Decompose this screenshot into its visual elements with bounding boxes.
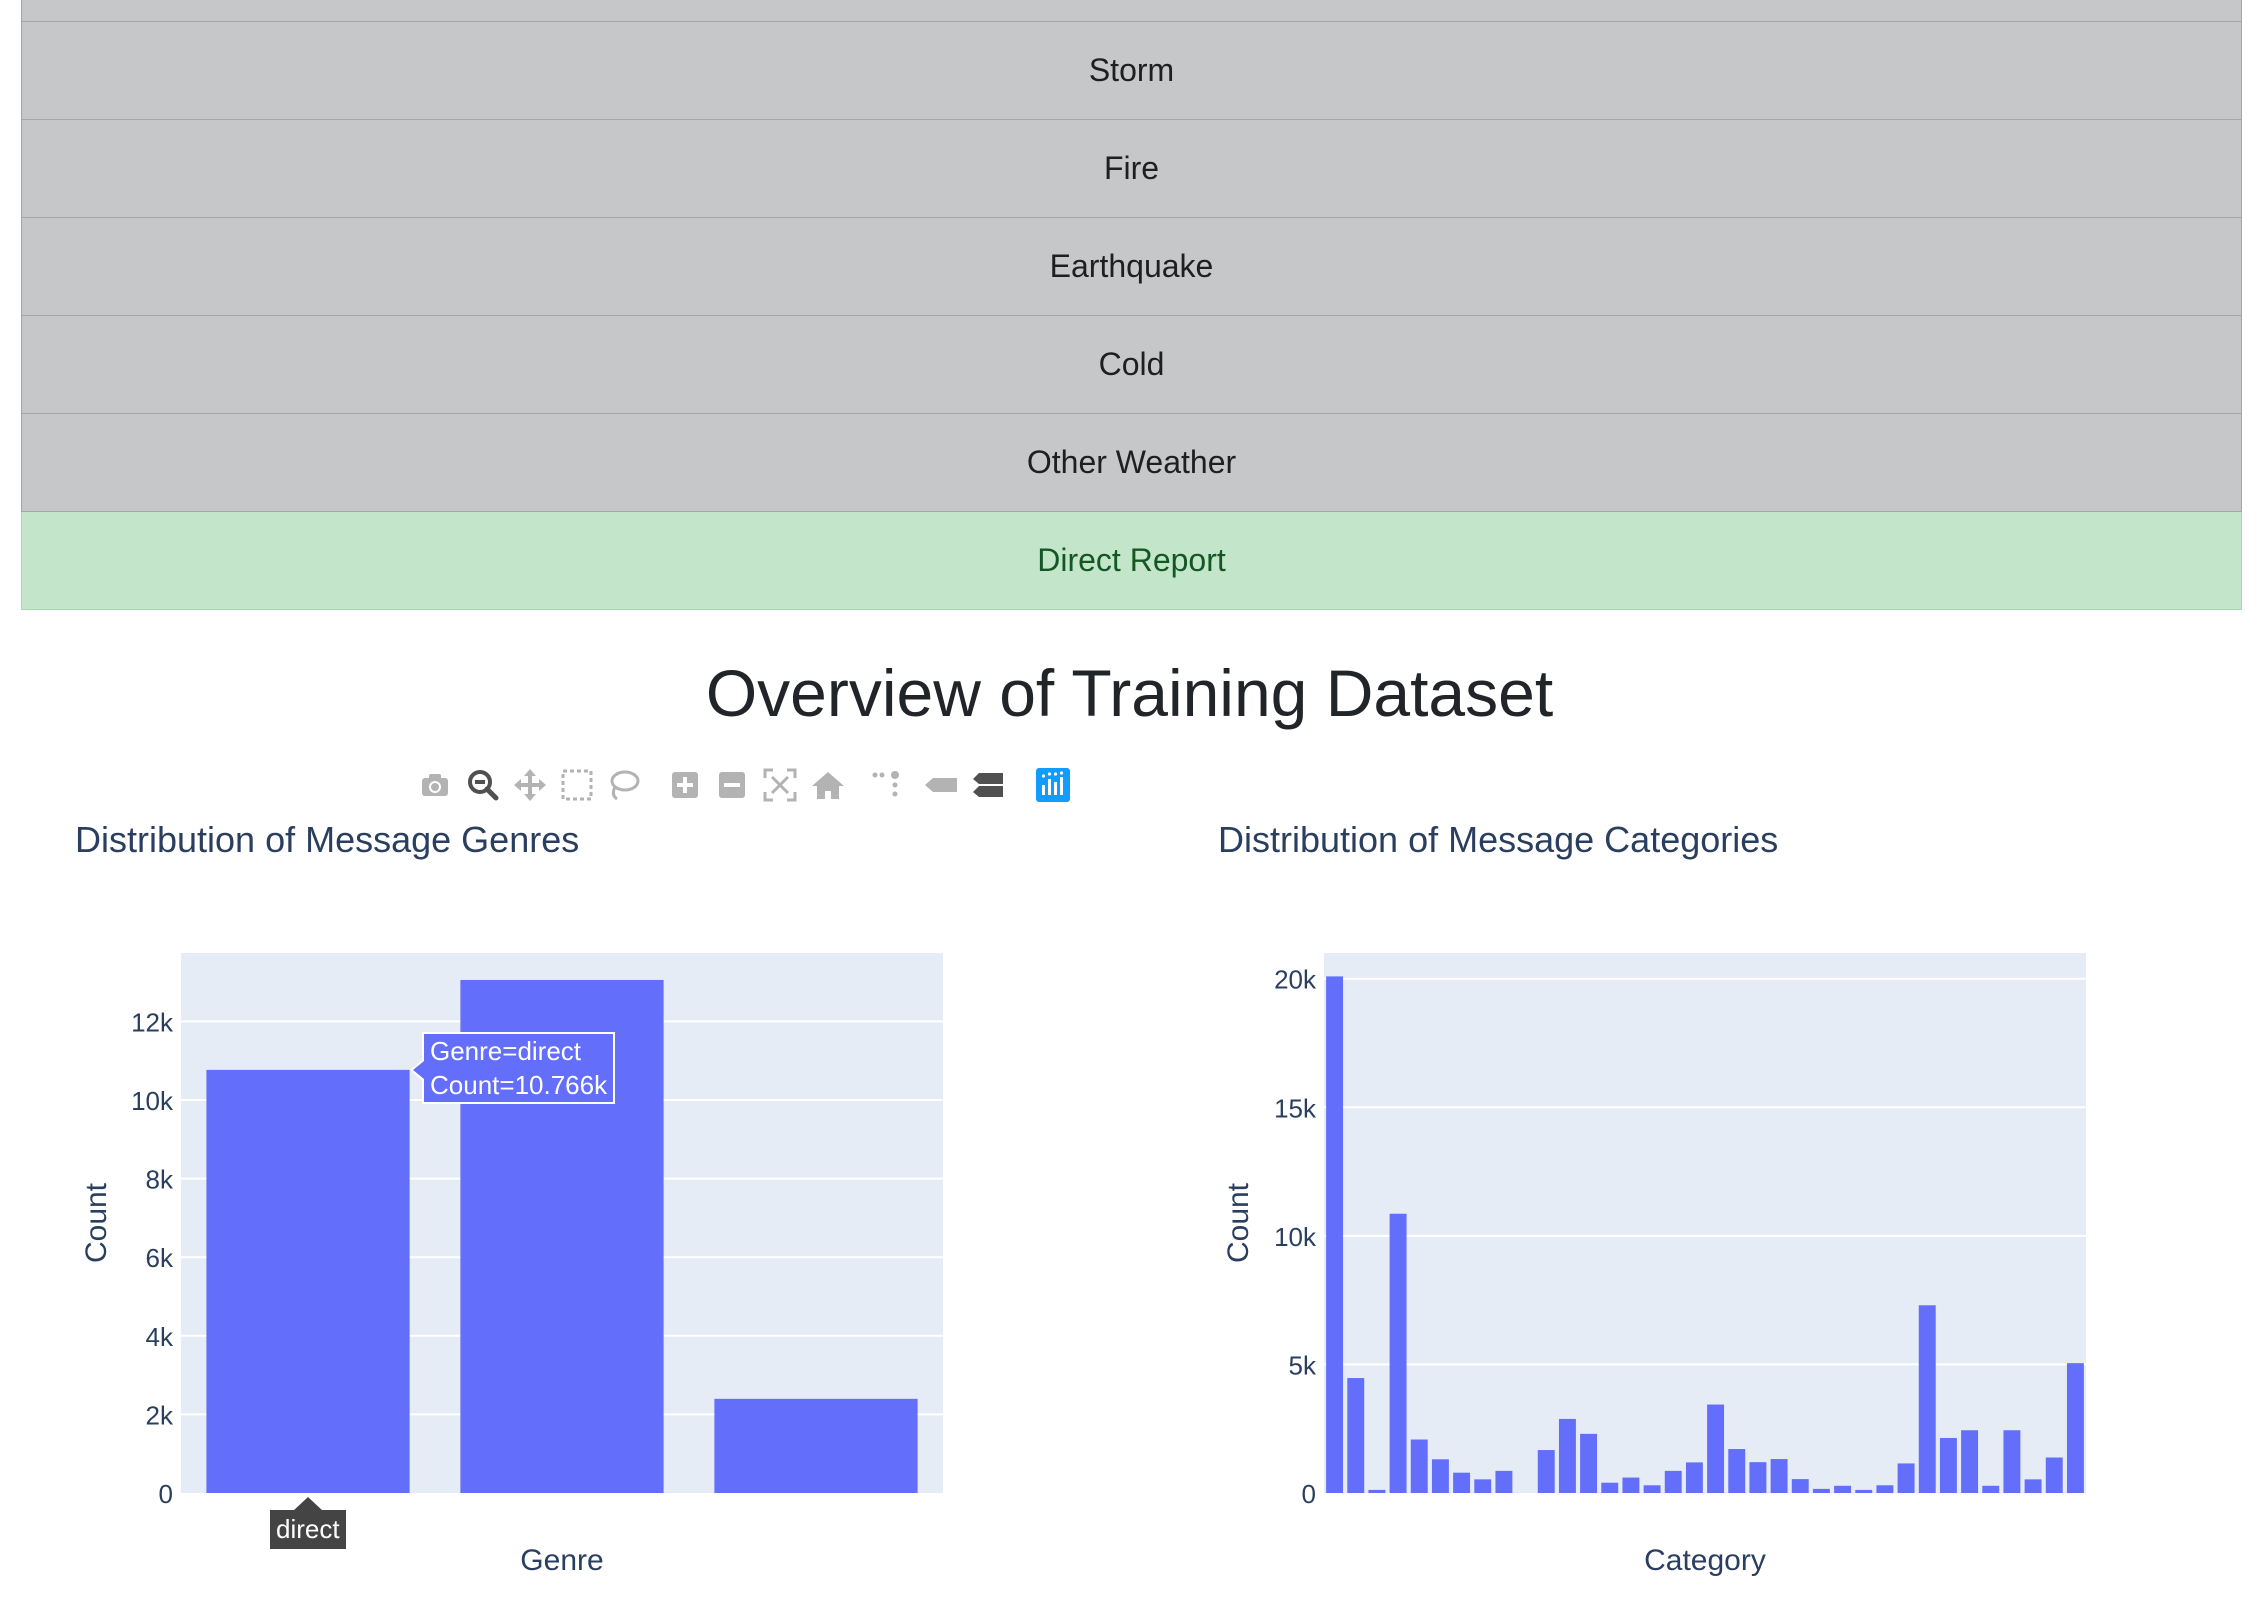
list-item-cold: Cold <box>21 316 2242 414</box>
bar[interactable] <box>1855 1489 1873 1493</box>
list-item-label: Fire <box>1103 150 1160 186</box>
bar[interactable] <box>1643 1485 1661 1493</box>
bar[interactable] <box>2066 1363 2084 1493</box>
x-axis-label: Category <box>1644 1544 1766 1577</box>
y-tick-label: 10k <box>1274 1222 1317 1252</box>
list-item-storm: Storm <box>21 22 2242 120</box>
y-tick-label: 0 <box>159 1479 173 1509</box>
zoom-icon[interactable] <box>463 765 503 805</box>
plotly-logo-icon[interactable] <box>1033 765 1073 805</box>
category-chart: Distribution of Message Categories 0 5k 10… <box>1130 800 2259 1598</box>
bar[interactable] <box>1834 1485 1852 1493</box>
bar[interactable] <box>1897 1463 1915 1493</box>
x-axis-label: Genre <box>520 1544 603 1577</box>
bar[interactable] <box>1664 1470 1682 1493</box>
list-item-label: Other Weather <box>1026 444 1237 480</box>
list-item-fire: Fire <box>21 120 2242 218</box>
tooltip-pointer <box>410 1058 424 1082</box>
bar[interactable] <box>1685 1462 1703 1493</box>
tooltip-genre: Genre=direct <box>430 1036 582 1066</box>
bar[interactable] <box>206 1069 410 1493</box>
chart-title: Distribution of Message Categories <box>1218 819 1778 860</box>
list-item-earthquake: Earthquake <box>21 218 2242 316</box>
y-tick-label: 12k <box>131 1007 174 1037</box>
bar[interactable] <box>1707 1404 1725 1493</box>
y-tick-label: 0 <box>1302 1479 1316 1509</box>
camera-icon[interactable] <box>415 765 455 805</box>
bar[interactable] <box>714 1398 918 1493</box>
bar[interactable] <box>1918 1305 1936 1493</box>
lasso-icon[interactable] <box>603 765 643 805</box>
bar[interactable] <box>1622 1477 1640 1493</box>
bar[interactable] <box>1495 1470 1513 1493</box>
list-item-label: Storm <box>1088 52 1175 88</box>
category-chart-svg: Distribution of Message Categories 0 5k 10… <box>1218 819 2086 1577</box>
y-tick-label: 2k <box>146 1400 174 1430</box>
bar[interactable] <box>1876 1485 1894 1493</box>
bar[interactable] <box>1749 1462 1767 1493</box>
zoom-in-icon[interactable] <box>665 765 705 805</box>
box-select-icon[interactable] <box>557 765 597 805</box>
x-hover-pointer <box>293 1497 323 1511</box>
tooltip-count: Count=10.766k <box>430 1070 608 1100</box>
bar[interactable] <box>1368 1489 1386 1493</box>
bar[interactable] <box>1410 1439 1428 1493</box>
genre-chart-svg: Distribution of Message Genres 0 2k 4k 6k 8k… <box>75 819 943 1577</box>
bar[interactable] <box>1389 1213 1407 1493</box>
bar[interactable] <box>1601 1482 1619 1493</box>
list-item-direct-report: Direct Report <box>21 512 2242 610</box>
autoscale-icon[interactable] <box>760 765 800 805</box>
bar[interactable] <box>1580 1433 1598 1493</box>
bar[interactable] <box>1982 1485 2000 1493</box>
bar[interactable] <box>1326 976 1344 1493</box>
spikelines-icon[interactable] <box>867 765 907 805</box>
y-tick-label: 4k <box>146 1322 174 1352</box>
reset-axes-icon[interactable] <box>808 765 848 805</box>
chart-title: Distribution of Message Genres <box>75 819 579 860</box>
list-item-label: Earthquake <box>1049 248 1214 284</box>
y-tick-label: 15k <box>1274 1093 1317 1123</box>
bar[interactable] <box>1558 1418 1576 1493</box>
x-hover-label: direct <box>270 1510 346 1549</box>
y-axis-label: Count <box>1222 1182 1255 1263</box>
list-item-label: Direct Report <box>1037 542 1226 578</box>
bar[interactable] <box>1474 1479 1492 1493</box>
category-list: Storm Fire Earthquake Cold Other Weather… <box>21 0 2242 610</box>
list-item-partial <box>21 0 2242 22</box>
y-axis-label: Count <box>80 1182 113 1263</box>
genre-chart: Distribution of Message Genres 0 2k 4k 6k 8k… <box>0 800 1130 1598</box>
y-tick-label: 8k <box>146 1165 174 1195</box>
pan-icon[interactable] <box>510 765 550 805</box>
bar[interactable] <box>1961 1430 1979 1493</box>
y-tick-label: 20k <box>1274 965 1317 995</box>
bar[interactable] <box>1770 1459 1788 1493</box>
y-tick-label: 6k <box>146 1243 174 1273</box>
bar[interactable] <box>1537 1450 1555 1493</box>
hover-tooltip: Genre=direct Count=10.766k <box>422 1032 616 1104</box>
y-tick-label: 10k <box>131 1086 174 1116</box>
bar[interactable] <box>2024 1479 2042 1493</box>
bar[interactable] <box>1431 1459 1449 1493</box>
bar[interactable] <box>1453 1472 1471 1493</box>
hover-closest-icon[interactable] <box>921 765 961 805</box>
bar[interactable] <box>1791 1479 1809 1493</box>
bar[interactable] <box>2045 1457 2063 1493</box>
list-item-label: Cold <box>1098 346 1165 382</box>
bar[interactable] <box>1939 1437 1957 1493</box>
bar[interactable] <box>2003 1430 2021 1493</box>
y-tick-label: 5k <box>1289 1350 1317 1380</box>
list-item-other-weather: Other Weather <box>21 414 2242 512</box>
bar[interactable] <box>1728 1449 1746 1493</box>
bar[interactable] <box>1347 1378 1365 1493</box>
page-title: Overview of Training Dataset <box>705 656 1554 730</box>
plot-area <box>1324 953 2086 1493</box>
zoom-out-icon[interactable] <box>712 765 752 805</box>
hover-compare-icon[interactable] <box>969 765 1009 805</box>
bar[interactable] <box>1812 1488 1830 1493</box>
